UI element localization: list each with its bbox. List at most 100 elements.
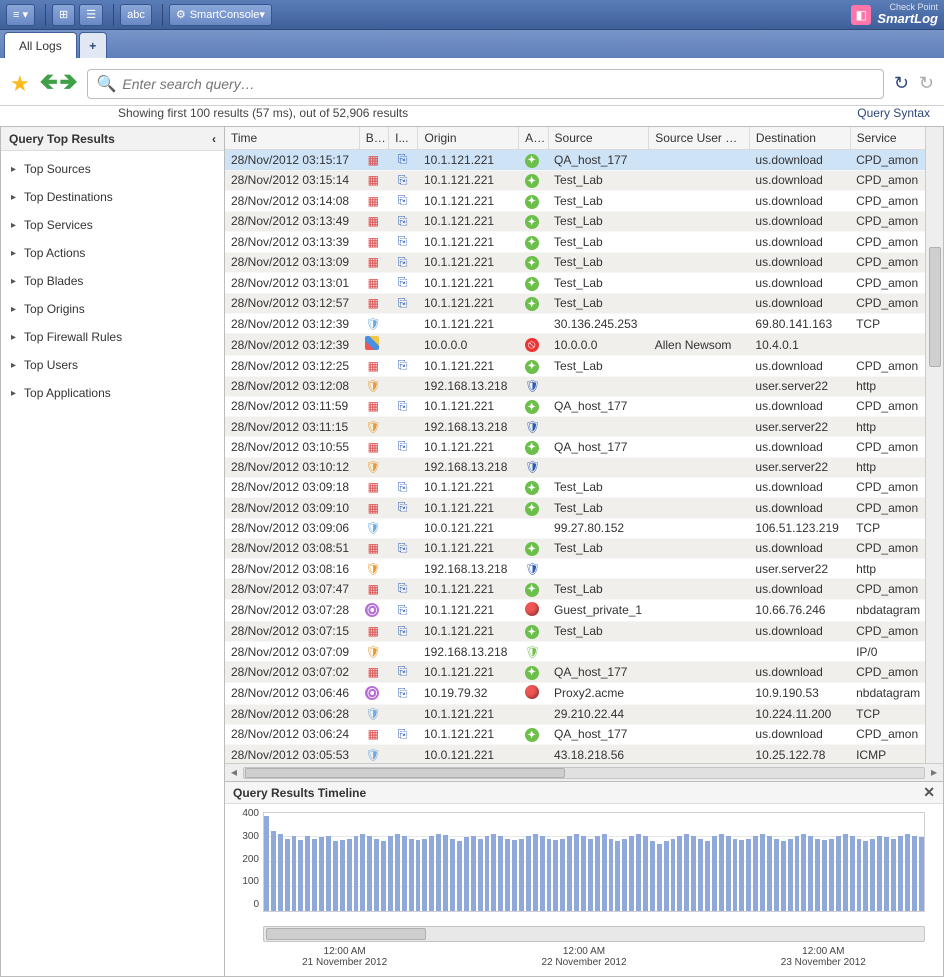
cell-dest: us.download [749,232,850,253]
nav-back-icon[interactable]: 🡸 [40,65,58,103]
refresh-icon[interactable]: ↻ [894,73,909,94]
sidebar-item-top-users[interactable]: ▸Top Users [1,351,224,379]
table-row[interactable]: 28/Nov/2012 03:09:18▦⎘10.1.121.221✦Test_… [225,477,943,498]
auto-refresh-icon[interactable]: ↻ [919,73,934,94]
favorite-icon[interactable]: ★ [10,71,30,97]
sidebar-item-top-firewall-rules[interactable]: ▸Top Firewall Rules [1,323,224,351]
sidebar-item-top-origins[interactable]: ▸Top Origins [1,295,224,323]
chart-bar [836,836,841,911]
column-header[interactable]: Source [548,127,649,150]
cell-origin: 10.1.121.221 [418,170,519,191]
multi-icon [365,336,379,350]
sidebar-item-top-destinations[interactable]: ▸Top Destinations [1,183,224,211]
table-row[interactable]: 28/Nov/2012 03:07:47▦⎘10.1.121.221✦Test_… [225,579,943,600]
tab-all-logs[interactable]: All Logs [4,32,77,58]
table-row[interactable]: 28/Nov/2012 03:08:51▦⎘10.1.121.221✦Test_… [225,538,943,559]
x-axis-label: 12:00 AM22 November 2012 [541,946,626,968]
accept-icon: ✦ [525,583,539,597]
vscroll-thumb[interactable] [929,247,941,367]
column-header[interactable]: Source User N... [649,127,750,150]
table-row[interactable]: 28/Nov/2012 03:07:28⦿⎘10.1.121.221Guest_… [225,599,943,621]
cell-time: 28/Nov/2012 03:15:17 [225,150,359,171]
table-row[interactable]: 28/Nov/2012 03:06:24▦⎘10.1.121.221✦QA_ho… [225,724,943,745]
left-panel-header[interactable]: Query Top Results ‹ [1,127,224,151]
cell-source: Test_Lab [548,498,649,519]
timeline-scroll-thumb[interactable] [266,928,426,940]
abc-button[interactable]: abc [120,4,152,26]
table-row[interactable]: 28/Nov/2012 03:12:25▦⎘10.1.121.221✦Test_… [225,356,943,377]
table-row[interactable]: 28/Nov/2012 03:12:57▦⎘10.1.121.221✦Test_… [225,293,943,314]
table-row[interactable]: 28/Nov/2012 03:15:14▦⎘10.1.121.221✦Test_… [225,170,943,191]
sidebar-item-top-applications[interactable]: ▸Top Applications [1,379,224,407]
cell-blade: ▦ [359,273,388,294]
table-row[interactable]: 28/Nov/2012 03:12:3910.0.0.0⦸10.0.0.0All… [225,334,943,356]
table-row[interactable]: 28/Nov/2012 03:13:39▦⎘10.1.121.221✦Test_… [225,232,943,253]
query-syntax-link[interactable]: Query Syntax [857,106,930,120]
sidebar-item-top-services[interactable]: ▸Top Services [1,211,224,239]
log-icon: ⎘ [395,358,411,373]
menu-button[interactable]: ≡ ▾ [6,4,35,26]
cell-source: Test_Lab [548,293,649,314]
table-row[interactable]: 28/Nov/2012 03:08:16🛡192.168.13.218🛡user… [225,559,943,579]
column-header[interactable]: Time [225,127,359,150]
table-row[interactable]: 28/Nov/2012 03:09:06🛡10.0.121.22199.27.8… [225,518,943,538]
sidebar-item-top-blades[interactable]: ▸Top Blades [1,267,224,295]
column-header[interactable]: B... [359,127,388,150]
table-row[interactable]: 28/Nov/2012 03:11:59▦⎘10.1.121.221✦QA_ho… [225,396,943,417]
close-icon[interactable]: ✕ [923,784,935,801]
table-row[interactable]: 28/Nov/2012 03:14:08▦⎘10.1.121.221✦Test_… [225,191,943,212]
table-row[interactable]: 28/Nov/2012 03:10:12🛡192.168.13.218🛡user… [225,457,943,477]
table-row[interactable]: 28/Nov/2012 03:12:08🛡192.168.13.218🛡user… [225,376,943,396]
table-row[interactable]: 28/Nov/2012 03:10:55▦⎘10.1.121.221✦QA_ho… [225,437,943,458]
table-row[interactable]: 28/Nov/2012 03:13:49▦⎘10.1.121.221✦Test_… [225,211,943,232]
log-icon: ⎘ [395,686,411,701]
table-row[interactable]: 28/Nov/2012 03:07:15▦⎘10.1.121.221✦Test_… [225,621,943,642]
column-header[interactable]: A... [519,127,548,150]
table-row[interactable]: 28/Nov/2012 03:09:10▦⎘10.1.121.221✦Test_… [225,498,943,519]
chart-bar [547,839,552,912]
cell-info [389,704,418,724]
cell-action: ✦ [519,621,548,642]
smartconsole-menu[interactable]: ⚙SmartConsole ▾ [169,4,272,26]
table-row[interactable]: 28/Nov/2012 03:07:09🛡192.168.13.218🛡IP/0 [225,642,943,662]
table-row[interactable]: 28/Nov/2012 03:11:15🛡192.168.13.218🛡user… [225,417,943,437]
collapse-icon[interactable]: ‹ [212,132,216,146]
table-row[interactable]: 28/Nov/2012 03:05:53🛡10.0.121.22143.18.2… [225,745,943,765]
column-header[interactable]: I... [389,127,418,150]
nav-forward-icon[interactable]: 🡺 [60,65,78,103]
cell-info [389,559,418,579]
table-row[interactable]: 28/Nov/2012 03:15:17▦⎘10.1.121.221✦QA_ho… [225,150,943,171]
vertical-scrollbar[interactable] [925,127,943,763]
table-row[interactable]: 28/Nov/2012 03:06:46⦿⎘10.19.79.32Proxy2.… [225,682,943,704]
hscroll-left-icon[interactable]: ◂ [226,765,242,781]
horizontal-scrollbar[interactable]: ◂ ▸ [225,763,943,781]
column-header[interactable]: Destination [749,127,850,150]
cell-dest: user.server22 [749,457,850,477]
hscroll-thumb[interactable] [245,768,565,778]
grid-view-button[interactable]: ⊞ [52,4,75,26]
search-box[interactable]: 🔍 [87,69,883,99]
cell-time: 28/Nov/2012 03:05:53 [225,745,359,765]
column-header[interactable]: Origin [418,127,519,150]
firewall-icon: ▦ [365,194,381,208]
timeline-scrollbar[interactable] [263,926,925,942]
cell-blade: ▦ [359,498,388,519]
table-row[interactable]: 28/Nov/2012 03:06:28🛡10.1.121.22129.210.… [225,704,943,724]
sidebar-item-top-actions[interactable]: ▸Top Actions [1,239,224,267]
list-view-button[interactable]: ☰ [79,4,103,26]
hscroll-right-icon[interactable]: ▸ [926,765,942,781]
accept-icon: ✦ [525,728,539,742]
tab-add[interactable]: + [79,32,107,58]
table-row[interactable]: 28/Nov/2012 03:13:01▦⎘10.1.121.221✦Test_… [225,273,943,294]
sidebar-item-top-sources[interactable]: ▸Top Sources [1,155,224,183]
identity-icon: ⦿ [365,603,379,617]
table-row[interactable]: 28/Nov/2012 03:13:09▦⎘10.1.121.221✦Test_… [225,252,943,273]
cell-dest: 10.224.11.200 [749,704,850,724]
cell-dest: us.download [749,252,850,273]
left-panel-items: ▸Top Sources▸Top Destinations▸Top Servic… [1,151,224,411]
chart-bar [553,840,558,911]
cell-blade: ▦ [359,396,388,417]
table-row[interactable]: 28/Nov/2012 03:07:02▦⎘10.1.121.221✦QA_ho… [225,662,943,683]
search-input[interactable] [122,76,874,92]
table-row[interactable]: 28/Nov/2012 03:12:39🛡10.1.121.22130.136.… [225,314,943,334]
